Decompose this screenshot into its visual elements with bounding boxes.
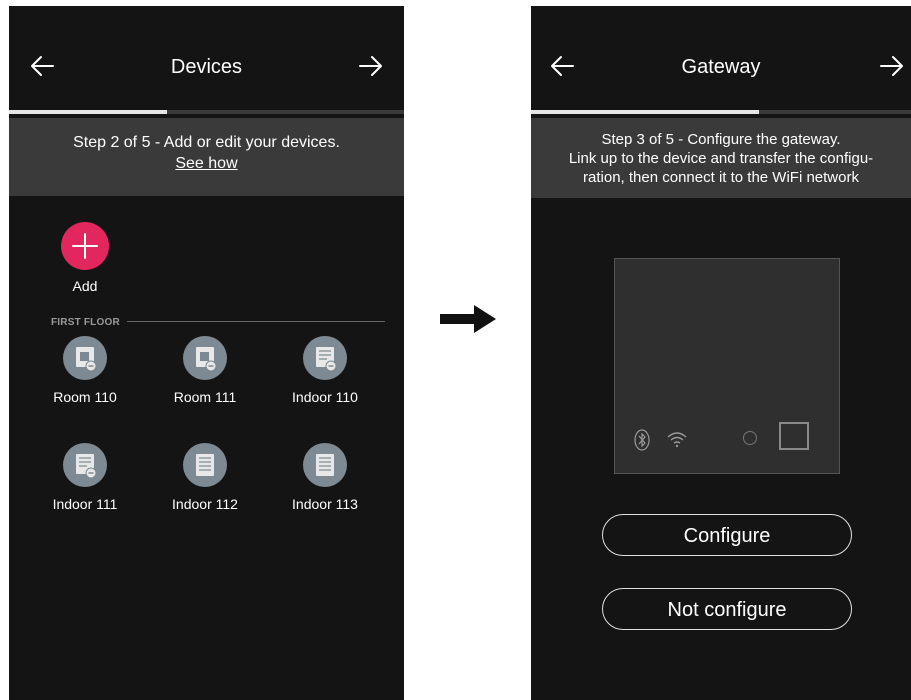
progress-bar <box>9 110 404 114</box>
page-title: Gateway <box>681 56 761 78</box>
add-label: Add <box>72 278 98 294</box>
device-tile[interactable]: Indoor 111 <box>30 443 140 512</box>
configure-button[interactable]: Configure <box>602 514 852 556</box>
step-text-line: Step 3 of 5 - Configure the gateway. <box>601 131 841 148</box>
wifi-icon <box>667 432 687 448</box>
step-instructions: Step 2 of 5 - Add or edit your devices. … <box>9 118 404 196</box>
forward-arrow-icon[interactable] <box>350 46 390 86</box>
forward-arrow-icon[interactable] <box>871 46 911 86</box>
page-title: Devices <box>170 56 243 78</box>
indoor-device-icon <box>303 443 347 487</box>
room-device-icon <box>183 336 227 380</box>
section-label: FIRST FLOOR <box>51 317 120 328</box>
device-label: Indoor 112 <box>172 496 238 512</box>
gateway-header: Gateway <box>531 6 911 116</box>
gateway-screen: Gateway Step 3 of 5 - Configure the gate… <box>531 6 911 700</box>
step-text: Step 2 of 5 - Add or edit your devices. <box>73 134 340 151</box>
devices-screen: Devices Step 2 of 5 - Add or edit your d… <box>9 6 404 700</box>
device-label: Indoor 110 <box>292 389 358 405</box>
not-configure-button[interactable]: Not configure <box>602 588 852 630</box>
section-divider <box>127 321 385 322</box>
device-tile[interactable]: Room 111 <box>150 336 260 405</box>
indoor-linked-device-icon <box>63 443 107 487</box>
indoor-device-icon <box>183 443 227 487</box>
progress-fill <box>9 110 167 114</box>
device-tile[interactable]: Room 110 <box>30 336 140 405</box>
step-instructions: Step 3 of 5 - Configure the gateway. Lin… <box>531 118 911 198</box>
bluetooth-icon <box>634 429 650 451</box>
progress-bar <box>531 110 911 114</box>
status-led-icon <box>743 431 757 445</box>
device-tile[interactable]: Indoor 113 <box>270 443 380 512</box>
add-device-button[interactable] <box>61 222 109 270</box>
indoor-linked-device-icon <box>303 336 347 380</box>
right-arrow-icon <box>440 305 496 333</box>
device-tile[interactable]: Indoor 112 <box>150 443 260 512</box>
gateway-device-illustration <box>614 258 840 474</box>
device-label: Room 110 <box>53 389 117 405</box>
step-text-line: ration, then connect it to the WiFi netw… <box>583 169 859 186</box>
see-how-link[interactable]: See how <box>175 155 237 172</box>
step-text-line: Link up to the device and transfer the c… <box>568 150 874 167</box>
room-device-icon <box>63 336 107 380</box>
devices-header: Devices <box>9 6 404 116</box>
device-label: Room 111 <box>173 389 237 405</box>
progress-fill <box>531 110 759 114</box>
device-button-icon <box>779 422 809 450</box>
device-label: Indoor 111 <box>52 496 118 512</box>
device-label: Indoor 113 <box>292 496 358 512</box>
plus-icon <box>72 233 98 259</box>
device-tile[interactable]: Indoor 110 <box>270 336 380 405</box>
